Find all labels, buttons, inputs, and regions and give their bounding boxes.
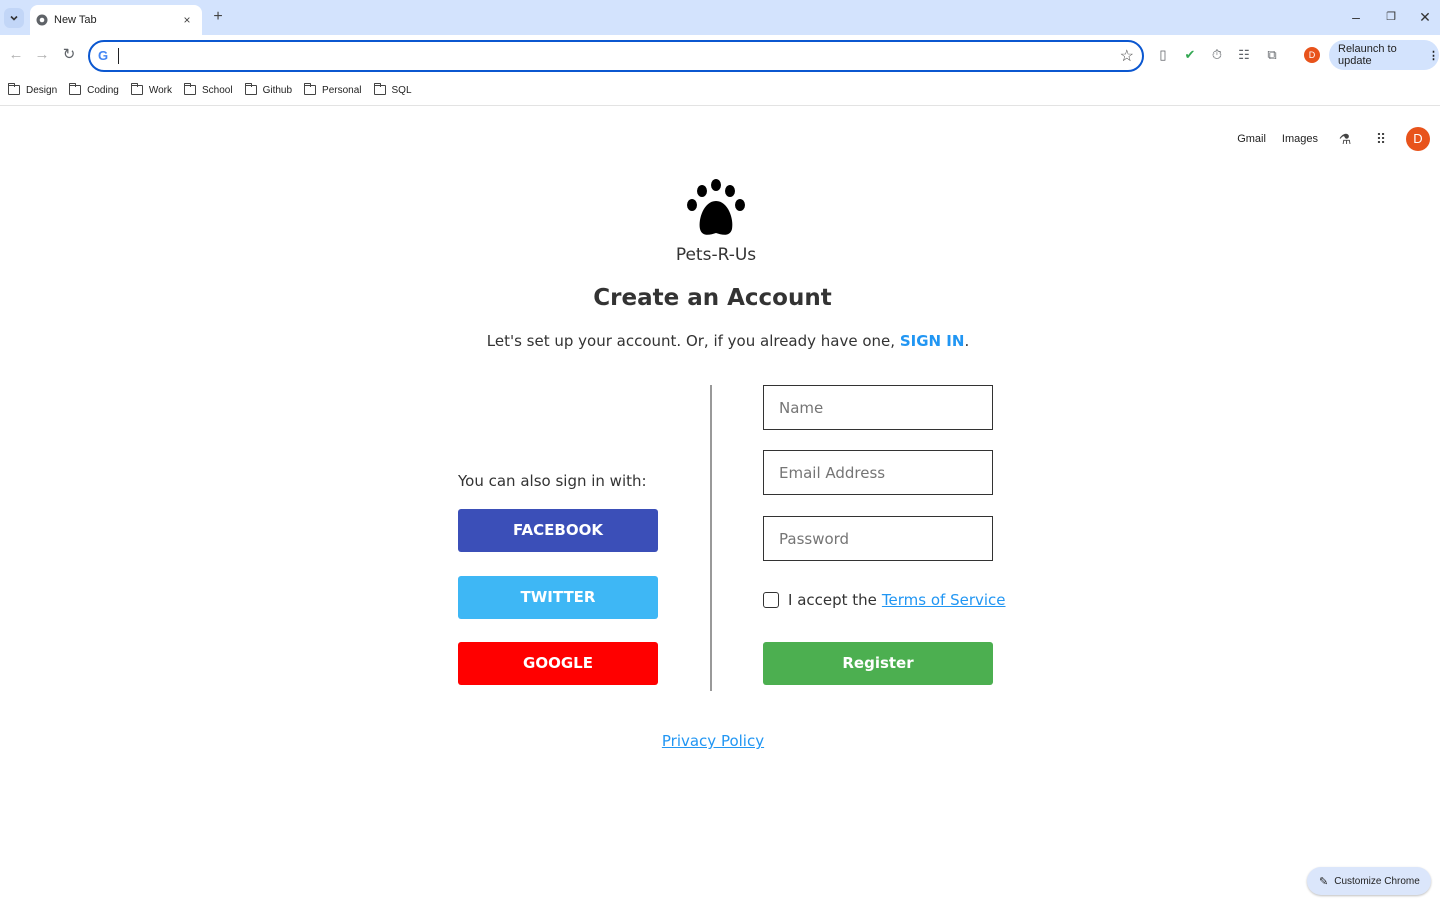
terms-checkbox[interactable]: [763, 592, 779, 608]
bookmark-star-icon[interactable]: ☆: [1120, 46, 1134, 66]
bookmarks-bar: Design Coding Work School Github Persona…: [0, 75, 1440, 106]
labs-flask-icon[interactable]: ⚗: [1334, 131, 1356, 148]
ntp-header-links: Gmail Images ⚗ ⠿ D: [1237, 127, 1430, 151]
back-button[interactable]: ←: [6, 45, 26, 65]
extensions-puzzle-icon[interactable]: ⧉: [1263, 46, 1281, 64]
bookmark-folder-design[interactable]: Design: [8, 83, 57, 96]
page-content: Gmail Images ⚗ ⠿ D Pets-R-Us Create an A…: [0, 107, 1440, 902]
facebook-button[interactable]: FACEBOOK: [458, 509, 658, 552]
forward-button[interactable]: →: [32, 45, 52, 65]
terms-of-service-link[interactable]: Terms of Service: [882, 591, 1006, 609]
images-link[interactable]: Images: [1282, 133, 1318, 145]
minimize-button[interactable]: –: [1346, 8, 1366, 28]
terms-row: I accept the Terms of Service: [763, 591, 1006, 609]
google-icon: G: [98, 48, 109, 63]
bookmark-folder-school[interactable]: School: [184, 83, 233, 96]
customize-chrome-label: Customize Chrome: [1334, 875, 1420, 887]
sign-in-link[interactable]: SIGN IN: [900, 332, 965, 350]
bookmark-folder-personal[interactable]: Personal: [304, 83, 362, 96]
reload-button[interactable]: ↻: [59, 45, 79, 65]
more-menu-icon[interactable]: ⋮: [1428, 49, 1439, 62]
folder-icon: [69, 83, 82, 95]
bookmark-folder-work[interactable]: Work: [130, 83, 172, 96]
tab-close-icon[interactable]: ×: [180, 13, 194, 27]
name-field[interactable]: [763, 385, 993, 430]
restore-button[interactable]: ❐: [1381, 8, 1401, 28]
pencil-icon: ✎: [1319, 875, 1329, 888]
privacy-row: Privacy Policy: [0, 732, 1426, 750]
apps-grid-icon[interactable]: ⠿: [1370, 131, 1392, 148]
folder-icon: [304, 83, 317, 95]
register-button[interactable]: Register: [763, 642, 993, 685]
brand-name: Pets-R-Us: [675, 245, 757, 265]
customize-chrome-button[interactable]: ✎ Customize Chrome: [1307, 867, 1431, 895]
folder-icon: [244, 83, 257, 95]
tab-search-button[interactable]: [4, 8, 24, 28]
intro-text: Let's set up your account. Or, if you al…: [486, 332, 970, 350]
timer-extension-icon[interactable]: ⏱: [1208, 46, 1226, 64]
bookmark-folder-github[interactable]: Github: [244, 83, 292, 96]
relaunch-label: Relaunch to update: [1338, 43, 1397, 67]
folder-icon: [184, 83, 196, 95]
address-input[interactable]: [124, 45, 1084, 67]
folder-icon: [130, 83, 143, 95]
relaunch-button[interactable]: Relaunch to update ⋮: [1329, 40, 1439, 70]
terms-label: I accept the: [788, 591, 877, 609]
tab-title: New Tab: [54, 14, 97, 26]
twitter-button[interactable]: TWITTER: [458, 576, 658, 619]
column-divider: [710, 385, 712, 691]
email-field[interactable]: [763, 450, 993, 495]
chrome-icon: [36, 14, 48, 26]
privacy-policy-link[interactable]: Privacy Policy: [662, 732, 764, 750]
paw-logo-icon: [687, 179, 745, 235]
account-avatar[interactable]: D: [1406, 127, 1430, 151]
folder-icon: [8, 83, 20, 95]
password-field[interactable]: [763, 516, 993, 561]
browser-toolbar: ← → ↻ G ☆ ▯ ✔ ⏱ ☷ ⧉ D Relaunch to update…: [0, 35, 1440, 75]
tab-strip: New Tab × + – ❐ ✕: [0, 0, 1440, 35]
new-tab-button[interactable]: +: [208, 8, 228, 28]
chevron-down-icon: [10, 15, 18, 21]
tab-new-tab[interactable]: New Tab ×: [30, 5, 202, 35]
extension-icon-4[interactable]: ☷: [1235, 46, 1253, 64]
gmail-link[interactable]: Gmail: [1237, 133, 1266, 145]
social-sign-in-label: You can also sign in with:: [458, 472, 647, 490]
extension-icon-1[interactable]: ▯: [1154, 46, 1172, 64]
text-caret: [118, 48, 119, 64]
close-window-button[interactable]: ✕: [1415, 8, 1435, 28]
profile-avatar-button[interactable]: D: [1304, 47, 1320, 63]
address-bar[interactable]: G ☆: [88, 40, 1144, 72]
bookmark-folder-sql[interactable]: SQL: [373, 83, 412, 96]
extension-check-icon[interactable]: ✔: [1181, 46, 1199, 64]
folder-icon: [373, 83, 386, 95]
bookmark-folder-coding[interactable]: Coding: [69, 83, 119, 96]
google-button[interactable]: GOOGLE: [458, 642, 658, 685]
page-title: Create an Account: [593, 285, 832, 311]
